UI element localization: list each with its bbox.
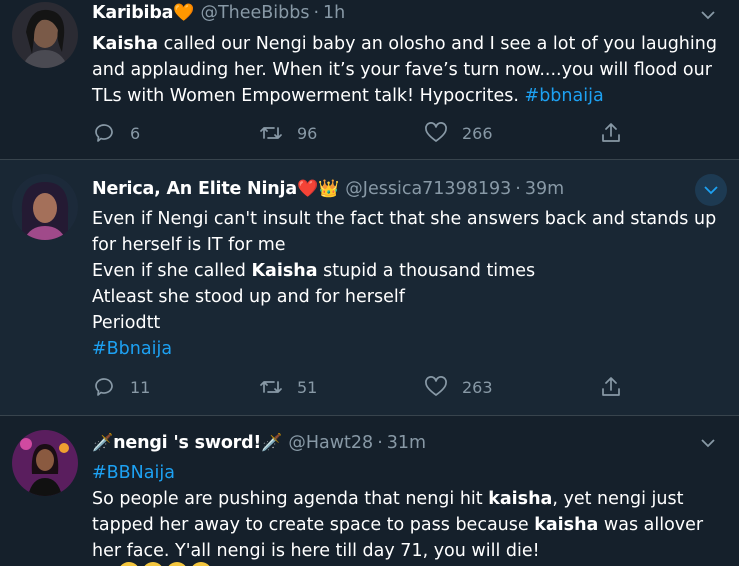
hashtag-link[interactable]: #bbnaija xyxy=(525,86,604,106)
timestamp[interactable]: 31m xyxy=(387,433,426,453)
tweet[interactable]: 🗡️ nengi 's sword! 🗡️ @Hawt28 · 31m #BBN… xyxy=(0,416,739,566)
retweet-count: 96 xyxy=(297,123,318,143)
reply-icon xyxy=(95,378,113,396)
dagger-emoji: 🗡️ xyxy=(261,433,283,453)
share-icon xyxy=(602,377,620,396)
tweet-header: 🗡️ nengi 's sword! 🗡️ @Hawt28 · 31m xyxy=(92,430,679,456)
reply-button[interactable]: 11 xyxy=(92,372,150,402)
tweet[interactable]: Nerica, An Elite Ninja ❤️ 👑 @Jessica7139… xyxy=(0,160,739,416)
heart-emoji: ❤️ xyxy=(296,179,319,199)
chevron-down-icon[interactable] xyxy=(695,2,721,28)
username[interactable]: @Hawt28 xyxy=(288,433,373,453)
username[interactable]: @TheeBibbs xyxy=(200,3,309,23)
chevron-down-icon[interactable] xyxy=(695,174,727,206)
retweet-button[interactable]: 96 xyxy=(259,118,317,148)
avatar[interactable] xyxy=(12,430,78,496)
dagger-emoji: 🗡️ xyxy=(92,433,114,453)
like-count: 263 xyxy=(462,377,493,397)
avatar[interactable] xyxy=(12,2,78,68)
tweet-line: tapped her away to create space to pass … xyxy=(92,515,704,535)
reply-count: 6 xyxy=(130,123,141,143)
emoji xyxy=(166,562,188,566)
tweet-line: for herself is IT for me xyxy=(92,235,286,255)
avatar[interactable] xyxy=(12,174,78,240)
tweet-text: Even if Nengi can't insult the fact that… xyxy=(92,206,719,362)
share-button[interactable] xyxy=(599,118,623,148)
display-name[interactable]: nengi 's sword! xyxy=(113,433,261,453)
like-button[interactable]: 266 xyxy=(424,118,493,148)
tweet-actions: 6 96 266 xyxy=(92,118,632,148)
tweet-text: #BBNaija So people are pushing agenda th… xyxy=(92,460,719,564)
emoji xyxy=(190,562,212,566)
tweet-header: Nerica, An Elite Ninja ❤️ 👑 @Jessica7139… xyxy=(92,176,679,202)
tweet[interactable]: Karibiba 🧡 @TheeBibbs · 1h Kaisha called… xyxy=(0,0,739,160)
reply-icon xyxy=(95,124,113,142)
heart-emoji: 🧡 xyxy=(173,3,195,23)
emoji xyxy=(142,562,164,566)
tweet-header: Karibiba 🧡 @TheeBibbs · 1h xyxy=(92,0,679,26)
retweet-icon xyxy=(260,127,282,139)
tweet-line: Even if she called Kaisha stupid a thous… xyxy=(92,261,536,281)
tweet-text: Kaisha called our Nengi baby an olosho a… xyxy=(92,31,719,109)
share-icon xyxy=(602,123,620,142)
display-name[interactable]: Karibiba xyxy=(92,3,173,23)
tweet-line: So people are pushing agenda that nengi … xyxy=(92,489,684,509)
share-button[interactable] xyxy=(599,372,623,402)
retweet-button[interactable]: 51 xyxy=(259,372,317,402)
emoji xyxy=(118,562,140,566)
emoji-row xyxy=(118,562,212,566)
tweet-line: Kaisha called our Nengi baby an olosho a… xyxy=(92,34,717,54)
tweet-line: Atleast she stood up and for herself xyxy=(92,287,405,307)
like-button[interactable]: 263 xyxy=(424,372,493,402)
tweet-line: Periodtt xyxy=(92,313,161,333)
tweet-line: Even if Nengi can't insult the fact that… xyxy=(92,209,717,229)
crown-emoji: 👑 xyxy=(318,179,340,199)
like-icon xyxy=(425,376,447,396)
separator-dot: · xyxy=(515,179,521,199)
separator-dot: · xyxy=(377,433,383,453)
tweet-actions: 11 51 263 xyxy=(92,372,632,402)
timestamp[interactable]: 1h xyxy=(323,3,345,23)
chevron-down-icon[interactable] xyxy=(695,430,721,456)
separator-dot: · xyxy=(313,3,320,23)
retweet-count: 51 xyxy=(297,377,318,397)
timestamp[interactable]: 39m xyxy=(525,179,564,199)
tweet-line: and applauding her. When it’s your fave’… xyxy=(92,60,712,80)
timeline: Karibiba 🧡 @TheeBibbs · 1h Kaisha called… xyxy=(0,0,739,566)
reply-count: 11 xyxy=(130,377,151,397)
hashtag-link[interactable]: #BBNaija xyxy=(92,460,719,486)
display-name[interactable]: Nerica, An Elite Ninja xyxy=(92,179,297,199)
like-icon xyxy=(425,122,447,142)
mention-bold: Kaisha xyxy=(92,34,159,54)
username[interactable]: @Jessica71398193 xyxy=(345,179,511,199)
reply-button[interactable]: 6 xyxy=(92,118,140,148)
tweet-line: TLs with Women Empowerment talk! Hypocri… xyxy=(92,86,604,106)
retweet-icon xyxy=(260,381,282,393)
like-count: 266 xyxy=(462,123,493,143)
hashtag-link[interactable]: #Bbnaija xyxy=(92,336,719,362)
tweet-line: her face. Y'all nengi is here till day 7… xyxy=(92,541,540,561)
